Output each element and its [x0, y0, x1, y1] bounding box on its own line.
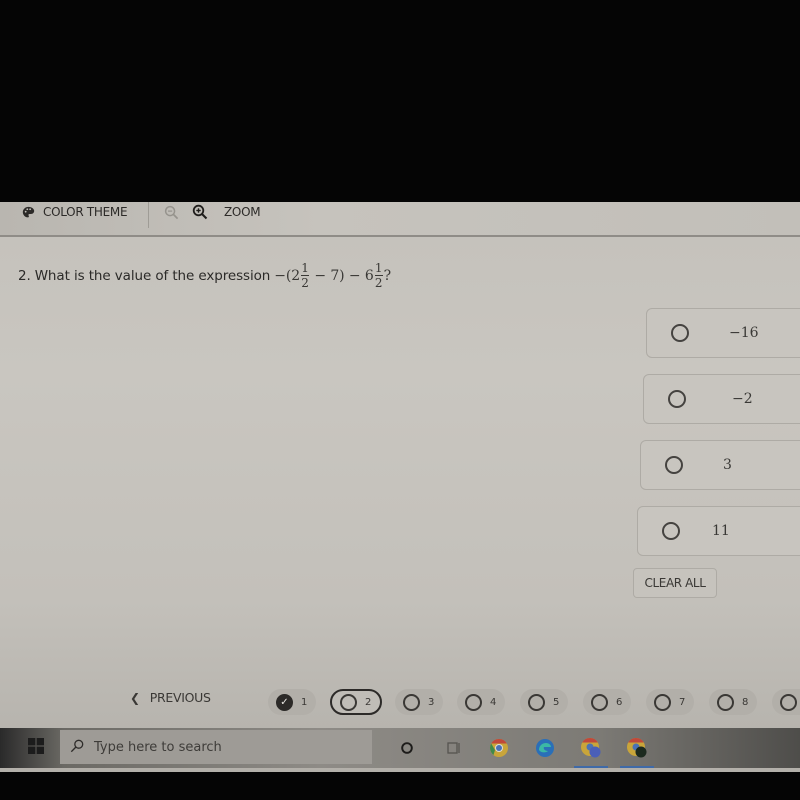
windows-logo-icon	[28, 738, 44, 754]
circle-icon	[591, 693, 608, 711]
chrome-profile-icon	[581, 738, 601, 758]
zoom-out-button[interactable]	[164, 202, 179, 222]
active-app-indicator	[620, 766, 654, 768]
answer-value: −16	[729, 325, 759, 341]
frac-denominator: 2	[301, 276, 309, 290]
question-nav-number: 1	[301, 696, 308, 708]
zoom-label: ZOOM	[224, 205, 261, 219]
chrome-profile-2-button[interactable]	[614, 734, 660, 768]
taskbar-search-input[interactable]: Type here to search	[60, 730, 372, 764]
question-nav-6[interactable]: 6	[583, 689, 631, 715]
math-expression: −(2 1 2 − 7) − 6 1 2 ?	[274, 262, 391, 289]
chrome-icon	[490, 739, 508, 757]
fraction-one-half: 1 2	[301, 261, 310, 290]
question-nav-number: 8	[742, 696, 749, 708]
active-app-indicator	[574, 766, 608, 768]
fraction-one-half-2: 1 2	[374, 261, 383, 290]
clear-all-button[interactable]: CLEAR ALL	[633, 568, 717, 598]
toolbar: COLOR THEME ZOOM	[0, 202, 800, 237]
expr-lead: −(2	[274, 267, 301, 284]
circle-icon	[340, 693, 357, 711]
circle-icon	[717, 693, 734, 711]
edge-taskbar-button[interactable]	[522, 734, 568, 762]
answer-option[interactable]: 11	[637, 506, 800, 556]
expr-mid: − 7) − 6	[310, 267, 374, 284]
frac-numerator: 1	[301, 261, 309, 275]
frac-denominator: 2	[374, 276, 383, 290]
circle-icon	[780, 693, 797, 711]
radio-button[interactable]	[671, 324, 689, 342]
question-nav-4[interactable]: 4	[457, 689, 505, 715]
toolbar-divider	[148, 202, 149, 228]
question-number: 2.	[18, 267, 31, 284]
previous-label: PREVIOUS	[149, 690, 211, 705]
frac-numerator: 1	[374, 261, 383, 275]
question-nav-5[interactable]: 5	[520, 689, 568, 715]
search-placeholder: Type here to search	[94, 739, 222, 755]
circle-icon	[403, 693, 420, 711]
answer-option[interactable]: −2	[643, 374, 800, 424]
checkmark-icon: ✓	[276, 693, 293, 711]
zoom-in-button[interactable]	[192, 202, 208, 222]
search-icon	[70, 738, 84, 757]
chrome-profile-button[interactable]	[568, 734, 614, 768]
answer-option[interactable]: 3	[640, 440, 800, 490]
answer-value: 11	[712, 523, 730, 539]
browser-content: COLOR THEME ZOOM 2. What is the value of…	[0, 202, 800, 772]
question-prompt: What is the value of the expression	[34, 267, 271, 284]
question-nav-8[interactable]: 8	[709, 689, 757, 715]
circle-icon	[465, 693, 482, 711]
task-view-icon	[447, 742, 460, 754]
radio-button[interactable]	[662, 522, 680, 540]
color-theme-label: COLOR THEME	[43, 205, 128, 219]
chevron-left-icon: ❮	[130, 690, 140, 705]
cortana-button[interactable]	[384, 734, 430, 762]
question-nav-number: 3	[428, 696, 435, 708]
circle-icon	[528, 693, 545, 711]
question-nav-3[interactable]: 3	[395, 689, 443, 715]
answer-option[interactable]: −16	[646, 308, 800, 358]
cortana-icon	[401, 742, 413, 754]
palette-icon	[22, 206, 35, 219]
question-nav-2[interactable]: 2	[330, 689, 382, 715]
radio-button[interactable]	[665, 456, 683, 474]
question-nav-1[interactable]: ✓ 1	[268, 689, 316, 715]
question-nav-number: 6	[616, 696, 623, 708]
task-view-button[interactable]	[430, 734, 476, 762]
windows-start-button[interactable]	[28, 738, 44, 754]
circle-icon	[654, 693, 671, 711]
answer-value: 3	[723, 457, 732, 473]
chrome-profile-2-icon	[627, 738, 647, 758]
radio-button[interactable]	[668, 390, 686, 408]
question-nav-9[interactable]	[772, 689, 800, 715]
question-text: 2. What is the value of the expression −…	[18, 262, 391, 289]
windows-taskbar: Type here to search	[0, 728, 800, 768]
answer-value: −2	[732, 391, 753, 407]
question-nav-number: 2	[365, 696, 372, 708]
question-nav-number: 7	[679, 696, 686, 708]
edge-icon	[536, 739, 554, 757]
question-nav-7[interactable]: 7	[646, 689, 694, 715]
chrome-taskbar-button[interactable]	[476, 734, 522, 762]
question-nav-number: 5	[553, 696, 560, 708]
expr-tail: ?	[383, 267, 392, 284]
zoom-in-icon	[192, 204, 208, 220]
question-nav-number: 4	[490, 696, 497, 708]
previous-button[interactable]: ❮ PREVIOUS	[130, 690, 211, 705]
zoom-out-icon	[164, 205, 179, 220]
color-theme-button[interactable]: COLOR THEME	[22, 202, 128, 222]
